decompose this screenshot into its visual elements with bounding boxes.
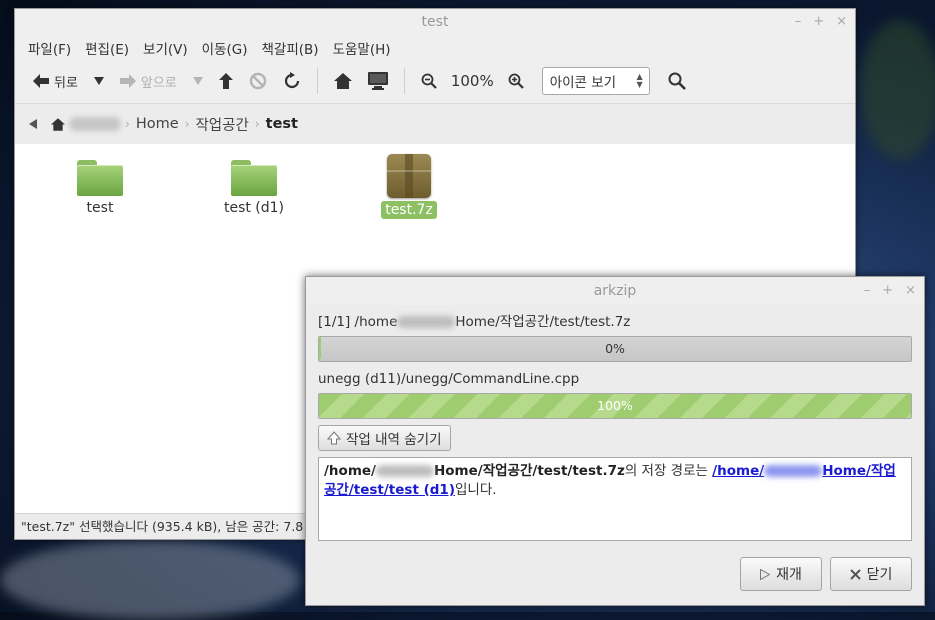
back-label: 뒤로 (54, 75, 78, 91)
breadcrumb: › Home › 작업공간 › test (15, 104, 855, 145)
archive-path-prefix: [1/1] /home (318, 314, 398, 330)
menu-file[interactable]: 파일(F) (21, 35, 78, 59)
monitor-icon (367, 72, 388, 90)
minimize-button[interactable]: – (795, 9, 802, 35)
desktop-decoration (860, 20, 935, 160)
computer-button[interactable] (362, 66, 394, 96)
stop-button[interactable] (243, 66, 273, 96)
up-button[interactable] (213, 66, 239, 96)
breadcrumb-home[interactable]: Home (130, 116, 185, 132)
forward-button[interactable]: 앞으로 (114, 66, 183, 96)
minimize-button[interactable]: – (864, 277, 871, 303)
menu-bookmarks[interactable]: 책갈피(B) (255, 35, 326, 59)
log-middle-text: 의 저장 경로는 (624, 463, 713, 479)
close-button[interactable]: × (905, 277, 916, 303)
file-item-folder-test[interactable]: test (50, 160, 150, 216)
blurred-username (375, 465, 434, 477)
dialog-title: arkzip (593, 283, 637, 299)
home-button[interactable] (328, 66, 358, 96)
arkzip-titlebar[interactable]: arkzip – + × (306, 277, 924, 305)
file-label: test.7z (381, 201, 437, 219)
zoom-level: 100% (450, 72, 494, 90)
arkzip-dialog: arkzip – + × [1/1] /home Home/작업공간/test/t… (305, 276, 925, 606)
play-icon (760, 568, 771, 580)
zoom-in-icon (508, 73, 524, 89)
window-title: test (421, 14, 449, 30)
overall-progress-label: 0% (605, 341, 625, 356)
folder-icon (77, 160, 123, 196)
arrow-up-icon (218, 73, 233, 89)
file-item-archive-test-7z[interactable]: test.7z (359, 154, 459, 219)
log-textbox[interactable]: /home/Home/작업공간/test/test.7z의 저장 경로는 /ho… (318, 457, 912, 541)
zoom-out-icon (421, 73, 437, 89)
updown-arrows-icon: ▲ ▼ (636, 72, 643, 89)
close-dialog-button[interactable]: 닫기 (830, 557, 912, 591)
blurred-username (764, 465, 823, 477)
view-mode-value: 아이콘 보기 (549, 75, 617, 91)
close-icon (849, 568, 861, 580)
arrow-right-icon (119, 74, 136, 88)
triangle-down-icon (192, 77, 203, 85)
triangle-down-icon (93, 77, 104, 85)
menu-view[interactable]: 보기(V) (136, 35, 195, 59)
menu-help[interactable]: 도움말(H) (326, 35, 398, 59)
folder-icon (231, 160, 277, 196)
breadcrumb-workspace[interactable]: 작업공간 (189, 114, 254, 135)
arrow-left-icon (33, 74, 49, 88)
hide-log-button[interactable]: 작업 내역 숨기기 (318, 425, 451, 451)
menubar: 파일(F) 편집(E) 보기(V) 이동(G) 책갈피(B) 도움말(H) (15, 35, 855, 59)
log-end-text: 입니다. (455, 482, 497, 498)
current-file: unegg (d11)/unegg/CommandLine.cpp (318, 371, 580, 387)
breadcrumb-current[interactable]: test (260, 116, 304, 132)
hide-log-label: 작업 내역 숨기기 (346, 432, 442, 448)
toolbar: 뒤로 앞으로 100% 아이콘 보기 ▲ ▼ (15, 59, 855, 104)
maximize-button[interactable]: + (813, 9, 824, 35)
archive-path-suffix: Home/작업공간/test/test.7z (455, 314, 631, 330)
desktop-decoration (0, 540, 300, 620)
resume-button[interactable]: 재개 (740, 557, 822, 591)
file-progress-bar: 100% (318, 393, 912, 419)
log-dest-link[interactable]: /home/ (712, 463, 764, 479)
zoom-out-button[interactable] (415, 66, 443, 96)
file-label: test (86, 200, 114, 216)
reload-icon (283, 72, 301, 90)
back-history-dropdown[interactable] (88, 66, 110, 96)
blurred-username (397, 316, 456, 328)
search-icon (668, 72, 686, 90)
menu-go[interactable]: 이동(G) (195, 35, 255, 59)
collapse-up-icon (327, 431, 341, 445)
home-icon[interactable] (51, 117, 65, 131)
archive-icon (387, 154, 431, 198)
file-manager-titlebar[interactable]: test – + × (15, 9, 855, 35)
triangle-left-icon[interactable] (29, 119, 37, 129)
search-button[interactable] (662, 66, 692, 96)
toolbar-separator (403, 68, 405, 94)
back-button[interactable]: 뒤로 (27, 66, 84, 96)
blurred-username (69, 117, 121, 131)
archive-path: [1/1] /home Home/작업공간/test/test.7z (318, 311, 912, 333)
file-item-folder-test-d1[interactable]: test (d1) (204, 160, 304, 216)
reload-button[interactable] (277, 66, 307, 96)
forward-label: 앞으로 (140, 75, 177, 91)
file-label: test (d1) (223, 200, 285, 216)
close-button[interactable]: × (836, 9, 847, 35)
maximize-button[interactable]: + (882, 277, 893, 303)
resume-label: 재개 (776, 567, 802, 583)
view-mode-select[interactable]: 아이콘 보기 ▲ ▼ (541, 67, 650, 95)
home-icon (333, 73, 352, 89)
forward-history-dropdown[interactable] (187, 66, 209, 96)
close-dialog-label: 닫기 (866, 567, 893, 583)
zoom-in-button[interactable] (502, 66, 530, 96)
file-progress-label: 100% (597, 398, 633, 413)
menu-edit[interactable]: 편집(E) (78, 35, 136, 59)
log-src-suffix: Home/작업공간/test/test.7z (433, 463, 625, 479)
stop-icon (249, 72, 267, 90)
toolbar-separator (316, 68, 318, 94)
log-src-prefix: /home/ (324, 463, 376, 479)
overall-progress-bar: 0% (318, 336, 912, 362)
